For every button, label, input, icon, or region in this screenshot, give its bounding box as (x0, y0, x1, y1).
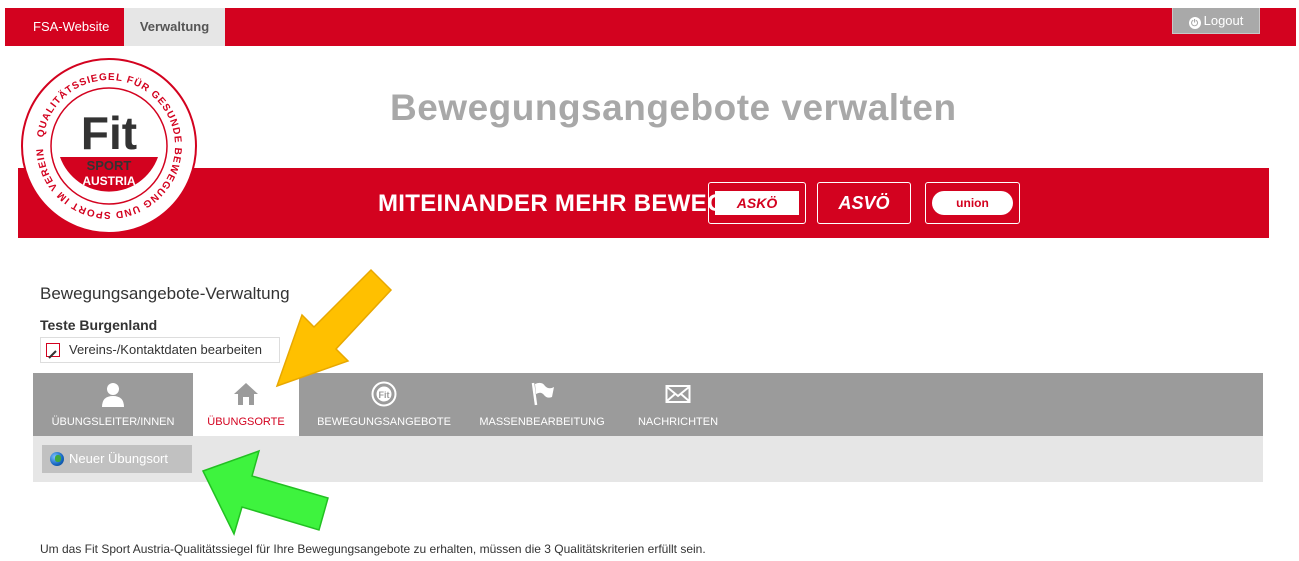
logo-sport-text: SPORT (87, 158, 132, 173)
organization-name: Teste Burgenland (40, 317, 158, 333)
nav-label-nachrichten: NACHRICHTEN (637, 416, 719, 428)
quality-criteria-info: Um das Fit Sport Austria-Qualitätssiegel… (40, 542, 706, 556)
globe-icon (50, 452, 64, 466)
edit-contact-data-label: Vereins-/Kontaktdaten bearbeiten (69, 342, 262, 357)
flag-icon (531, 382, 554, 406)
power-icon: ⏻ (1188, 17, 1201, 29)
nav-label-massenbearbeitung: MASSENBEARBEITUNG (479, 416, 605, 428)
pencil-icon (46, 343, 60, 359)
quality-criteria-link[interactable]: 3 Qualitätskriterien (544, 542, 644, 556)
nav-label-bewegungsangebote: BEWEGUNGSANGEBOTE (317, 416, 451, 428)
nav-label-uebungsorte: ÜBUNGSORTE (207, 416, 285, 428)
info-text-after: erfüllt sein. (644, 542, 706, 556)
person-icon (102, 383, 124, 407)
partner-asvo-label: ASVÖ (838, 193, 890, 213)
tab-fsa-website[interactable]: FSA-Website (22, 8, 120, 46)
top-bar: FSA-Website Verwaltung ⏻ Logout (5, 8, 1296, 46)
main-nav: ÜBUNGSLEITER/INNEN ÜBUNGSORTE Fit BEWEGU… (33, 373, 1263, 436)
logo-austria-text: AUSTRIA (82, 174, 136, 188)
logo-fit-text: Fit (81, 107, 137, 159)
partner-logo-union: union (925, 182, 1020, 224)
page-title: Bewegungsangebote verwalten (390, 87, 957, 128)
nav-label-uebungsleiter: ÜBUNGSLEITER/INNEN (51, 416, 175, 428)
logout-label: Logout (1203, 13, 1244, 28)
yellow-annotation-arrow (275, 268, 393, 388)
edit-contact-data-link[interactable]: Vereins-/Kontaktdaten bearbeiten (40, 337, 280, 363)
section-title: Bewegungsangebote-Verwaltung (40, 284, 290, 303)
green-annotation-arrow (201, 449, 329, 537)
logout-button[interactable]: ⏻ Logout (1172, 8, 1260, 34)
partner-union-label: union (932, 191, 1013, 215)
nav-item-massenbearbeitung[interactable]: MASSENBEARBEITUNG (465, 373, 619, 436)
envelope-icon (665, 385, 691, 403)
fit-sport-austria-logo: QUALITÄTSSIEGEL FÜR GESUNDE BEWEGUNG UND… (21, 58, 197, 234)
nav-item-nachrichten[interactable]: NACHRICHTEN (627, 373, 729, 436)
partner-logo-asko: ASKÖ (708, 182, 806, 224)
nav-item-uebungsleiter[interactable]: ÜBUNGSLEITER/INNEN (33, 373, 193, 436)
tab-verwaltung[interactable]: Verwaltung (124, 8, 225, 46)
new-location-button[interactable]: Neuer Übungsort (42, 445, 192, 473)
new-location-label: Neuer Übungsort (69, 451, 168, 466)
partner-asko-label: ASKÖ (715, 191, 799, 215)
partner-logo-asvo: ASVÖ (817, 182, 911, 224)
